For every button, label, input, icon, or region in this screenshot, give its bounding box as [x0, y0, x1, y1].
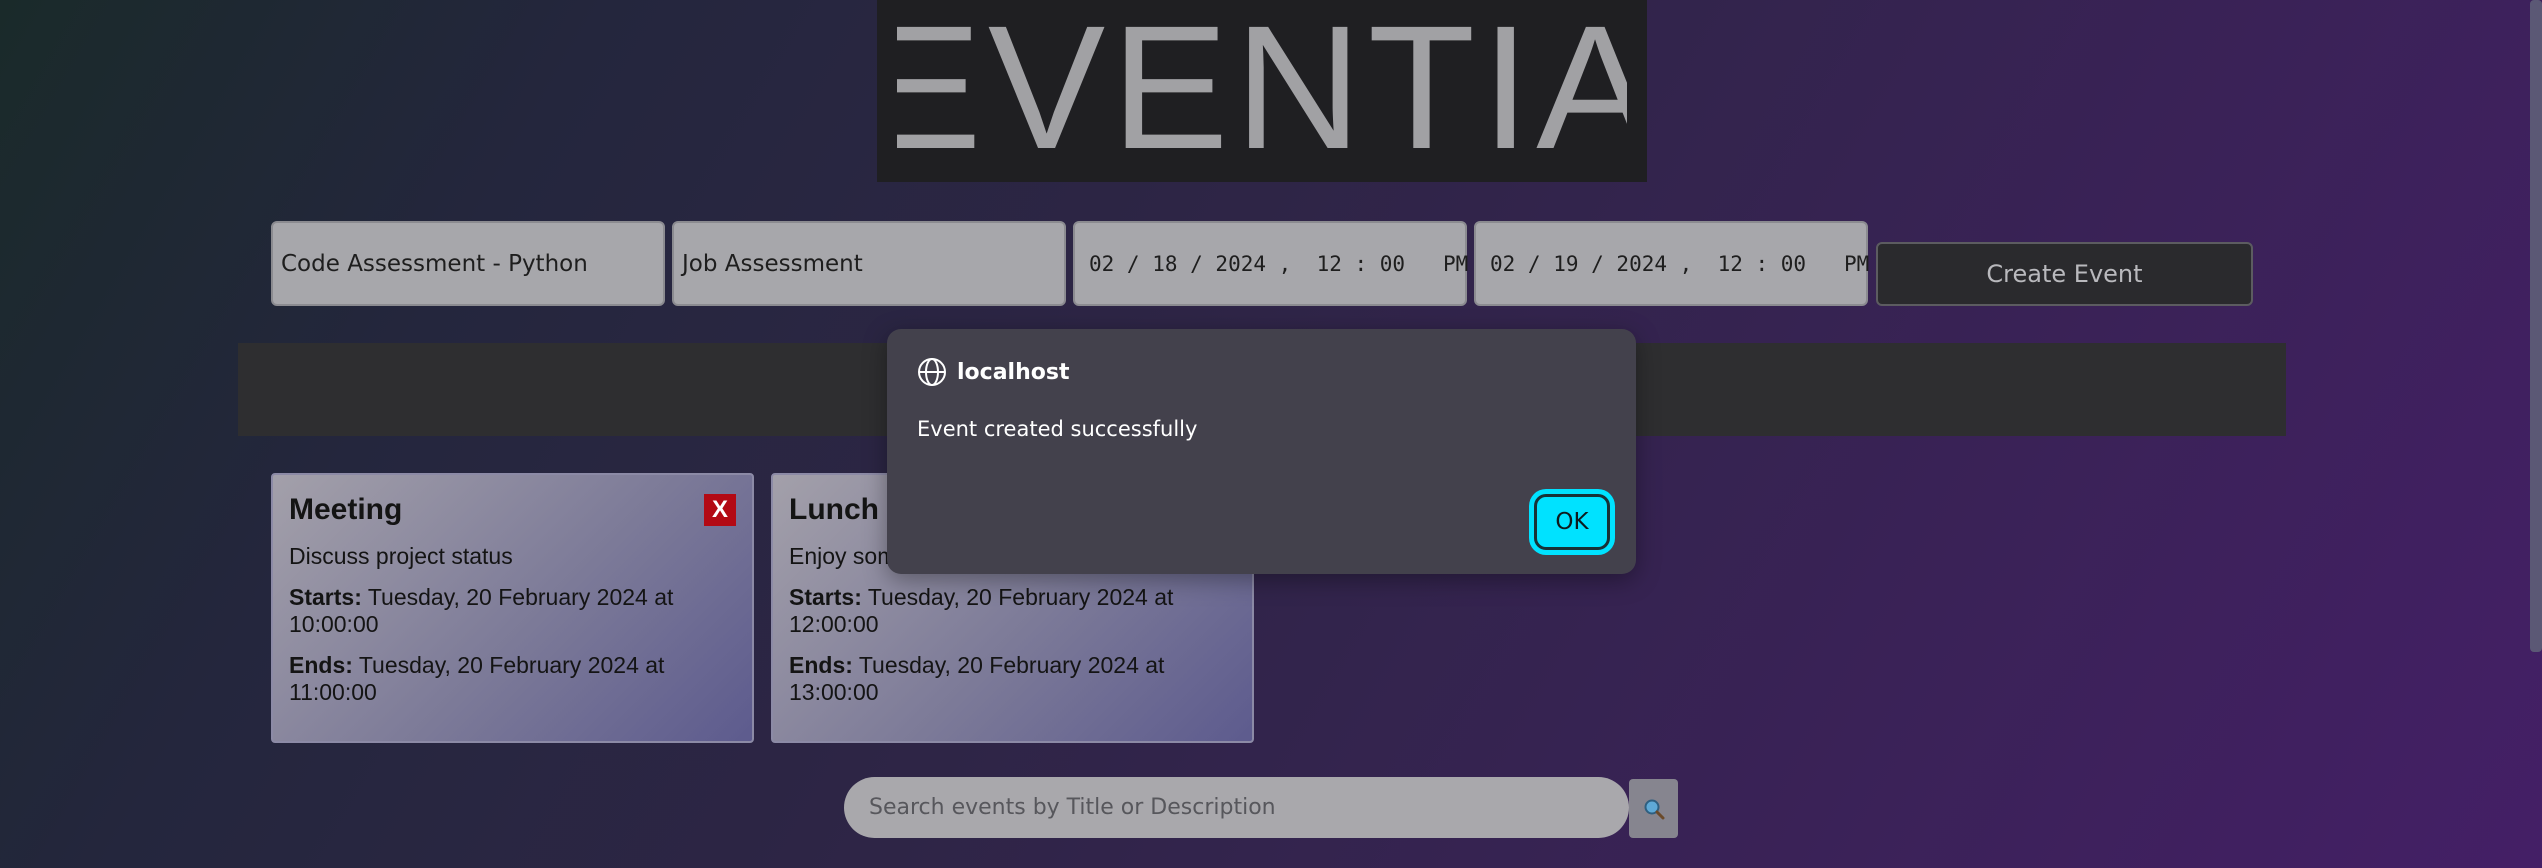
ok-button[interactable]: OK [1531, 491, 1613, 553]
dialog-message: Event created successfully [917, 417, 1198, 441]
event-ends: Ends: Tuesday, 20 February 2024 at 11:00… [289, 652, 736, 706]
start-datetime-input[interactable]: 02 / 18 / 2024 , 12 : 00 PM [1073, 221, 1469, 306]
event-starts: Starts: Tuesday, 20 February 2024 at 12:… [789, 584, 1236, 638]
event-title-value: Code Assessment - Python [281, 250, 588, 277]
scrollbar[interactable] [2530, 0, 2542, 652]
search-button[interactable] [1629, 779, 1678, 838]
starts-label: Starts: [289, 584, 362, 610]
svg-text:EVENTIA: EVENTIA [897, 16, 1627, 166]
search-placeholder: Search events by Title or Description [869, 795, 1276, 820]
logo-wordmark: EVENTIA [897, 16, 1627, 166]
event-ends: Ends: Tuesday, 20 February 2024 at 13:00… [789, 652, 1236, 706]
search-input[interactable]: Search events by Title or Description [844, 777, 1629, 838]
end-datetime-value: 02 / 19 / 2024 , 12 : 00 PM [1490, 251, 1870, 276]
create-event-button[interactable]: Create Event [1876, 242, 2253, 306]
delete-event-button[interactable]: X [704, 494, 736, 526]
event-description: Discuss project status [289, 543, 513, 569]
app-logo: EVENTIA [877, 0, 1647, 182]
event-description-value: Job Assessment [682, 250, 863, 277]
event-card: Meeting X Discuss project status Starts:… [271, 473, 754, 743]
event-title: Meeting [289, 493, 403, 526]
end-datetime-input[interactable]: 02 / 19 / 2024 , 12 : 00 PM [1474, 221, 1870, 306]
search-icon [1644, 799, 1664, 819]
ends-label: Ends: [789, 652, 853, 678]
alert-dialog: localhost Event created successfully OK [887, 329, 1636, 574]
dialog-header: localhost [917, 357, 1606, 387]
event-starts: Starts: Tuesday, 20 February 2024 at 10:… [289, 584, 736, 638]
event-title-input[interactable]: Code Assessment - Python [271, 221, 665, 306]
globe-icon [918, 358, 946, 386]
dialog-host: localhost [957, 359, 1070, 385]
starts-label: Starts: [789, 584, 862, 610]
event-description-input[interactable]: Job Assessment [672, 221, 1066, 306]
start-datetime-value: 02 / 18 / 2024 , 12 : 00 PM [1089, 251, 1469, 276]
ends-label: Ends: [289, 652, 353, 678]
